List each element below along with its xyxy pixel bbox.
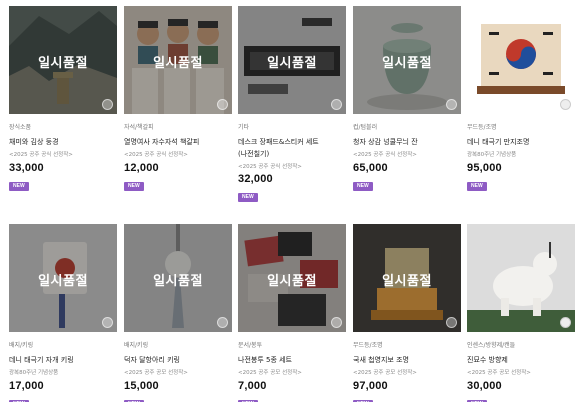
product-thumbnail[interactable]: 일시품절 [124, 6, 232, 114]
product-name[interactable]: 데니 태극기 자개 키링 [9, 355, 117, 365]
product-subtitle: <2025 공주 공식 선정작> [124, 152, 188, 158]
new-badge: NEW [238, 193, 258, 202]
product-card[interactable]: 무드등/조명 데니 태극기 만지조명 광복80주년 기념상품 95,000 NE… [467, 6, 575, 192]
product-category: 기타 [238, 124, 250, 130]
product-price: 32,000 [238, 173, 273, 185]
wishlist-heart-icon[interactable] [560, 317, 571, 328]
product-name[interactable]: 채미와 김상 둥경 [9, 137, 117, 147]
wishlist-heart-icon[interactable] [217, 99, 228, 110]
product-card[interactable]: 일시품절 장식소품 채미와 김상 둥경 <2025 공주 공식 선정작> 33,… [9, 6, 117, 192]
product-category: 무드등/조명 [353, 342, 383, 348]
product-price: 97,000 [353, 380, 388, 392]
product-subtitle: <2025 공주 공모 선정작> [467, 370, 531, 376]
wishlist-heart-icon[interactable] [446, 99, 457, 110]
sold-out-label: 일시품절 [382, 274, 432, 289]
product-card[interactable]: 일시품절 배지/키링 덕자 달항아리 키링 <2025 공주 공모 선정작> 1… [124, 224, 232, 402]
product-card[interactable]: 인센스/방향제/캔들 진묘수 방향제 <2025 공주 공모 선정작> 30,0… [467, 224, 575, 402]
product-thumbnail[interactable]: 일시품절 [238, 224, 346, 332]
new-badge: NEW [467, 182, 487, 191]
product-subtitle: 광복80주년 기념상품 [467, 152, 517, 158]
product-card[interactable]: 일시품절 기타 데스크 장패드&스티커 세트 (나전칠기) <2025 공주 공… [238, 6, 346, 203]
product-card[interactable]: 일시품절 자석/책갈피 열명여사 자수자석 책갈피 <2025 공주 공식 선정… [124, 6, 232, 192]
guardian-beast-diffuser-photo-icon [467, 224, 575, 332]
product-name[interactable]: 진묘수 방향제 [467, 355, 575, 365]
wishlist-heart-icon[interactable] [217, 317, 228, 328]
wishlist-heart-icon[interactable] [102, 317, 113, 328]
product-category: 자석/책갈피 [124, 124, 154, 130]
product-category: 배지/키링 [124, 342, 149, 348]
product-thumbnail[interactable] [467, 224, 575, 332]
product-price: 7,000 [238, 380, 267, 392]
sold-out-label: 일시품절 [153, 56, 203, 71]
new-badge: NEW [353, 182, 373, 191]
sold-out-label: 일시품절 [38, 56, 88, 71]
product-name[interactable]: 나전봉투 5종 세트 [238, 355, 346, 365]
sold-out-label: 일시품절 [153, 274, 203, 289]
product-category: 장식소품 [9, 124, 32, 130]
product-category: 문서/봉투 [238, 342, 263, 348]
product-thumbnail[interactable]: 일시품절 [124, 224, 232, 332]
product-thumbnail[interactable]: 일시품절 [353, 224, 461, 332]
product-category: 인센스/방향제/캔들 [467, 342, 516, 348]
product-price: 30,000 [467, 380, 502, 392]
product-card[interactable]: 일시품절 무드등/조명 국새 첩영지보 조명 <2025 공주 공모 선정작> … [353, 224, 461, 402]
product-name-line2[interactable]: (나전칠기) [238, 149, 346, 159]
product-thumbnail[interactable]: 일시품절 [9, 6, 117, 114]
product-subtitle: 광복80주년 기념상품 [9, 370, 59, 376]
sold-out-label: 일시품절 [38, 274, 88, 289]
product-price: 65,000 [353, 162, 388, 174]
sold-out-label: 일시품절 [267, 274, 317, 289]
wishlist-heart-icon[interactable] [560, 99, 571, 110]
product-subtitle: <2025 공주 공식 선정작> [353, 152, 417, 158]
product-name[interactable]: 국새 첩영지보 조명 [353, 355, 461, 365]
sold-out-label: 일시품절 [382, 56, 432, 71]
product-thumbnail[interactable]: 일시품절 [353, 6, 461, 114]
sold-out-label: 일시품절 [267, 56, 317, 71]
product-card[interactable]: 일시품절 문서/봉투 나전봉투 5종 세트 <2025 공주 공모 선정작> 7… [238, 224, 346, 402]
new-badge: NEW [9, 182, 29, 191]
product-price: 17,000 [9, 380, 44, 392]
product-card[interactable]: 일시품절 배지/키링 데니 태극기 자개 키링 광복80주년 기념상품 17,0… [9, 224, 117, 402]
wishlist-heart-icon[interactable] [446, 317, 457, 328]
product-card[interactable]: 일시품절 컵/텀블러 청자 상감 넝쿨무늬 잔 <2025 공주 공식 선정작>… [353, 6, 461, 192]
product-subtitle: <2025 공주 공모 선정작> [238, 370, 302, 376]
product-name[interactable]: 데스크 장패드&스티커 세트 [238, 137, 346, 147]
product-price: 33,000 [9, 162, 44, 174]
product-price: 95,000 [467, 162, 502, 174]
new-badge: NEW [124, 182, 144, 191]
product-category: 컵/텀블러 [353, 124, 378, 130]
product-name[interactable]: 청자 상감 넝쿨무늬 잔 [353, 137, 461, 147]
product-thumbnail[interactable]: 일시품절 [238, 6, 346, 114]
product-category: 배지/키링 [9, 342, 34, 348]
product-subtitle: <2025 공주 공모 선정작> [353, 370, 417, 376]
product-price: 12,000 [124, 162, 159, 174]
product-subtitle: <2025 공주 공식 선정작> [9, 152, 73, 158]
product-name[interactable]: 데니 태극기 만지조명 [467, 137, 575, 147]
product-grid: 일시품절 장식소품 채미와 김상 둥경 <2025 공주 공식 선정작> 33,… [0, 0, 580, 402]
product-subtitle: <2025 공주 공모 선정작> [124, 370, 188, 376]
product-name[interactable]: 덕자 달항아리 키링 [124, 355, 232, 365]
taegukgi-lamp-photo-icon [467, 6, 575, 114]
product-category: 무드등/조명 [467, 124, 497, 130]
wishlist-heart-icon[interactable] [102, 99, 113, 110]
wishlist-heart-icon[interactable] [331, 99, 342, 110]
product-price: 15,000 [124, 380, 159, 392]
product-thumbnail[interactable]: 일시품절 [9, 224, 117, 332]
product-thumbnail[interactable] [467, 6, 575, 114]
product-name[interactable]: 열명여사 자수자석 책갈피 [124, 137, 232, 147]
product-subtitle: <2025 공주 공식 선정작> [238, 164, 302, 170]
wishlist-heart-icon[interactable] [331, 317, 342, 328]
